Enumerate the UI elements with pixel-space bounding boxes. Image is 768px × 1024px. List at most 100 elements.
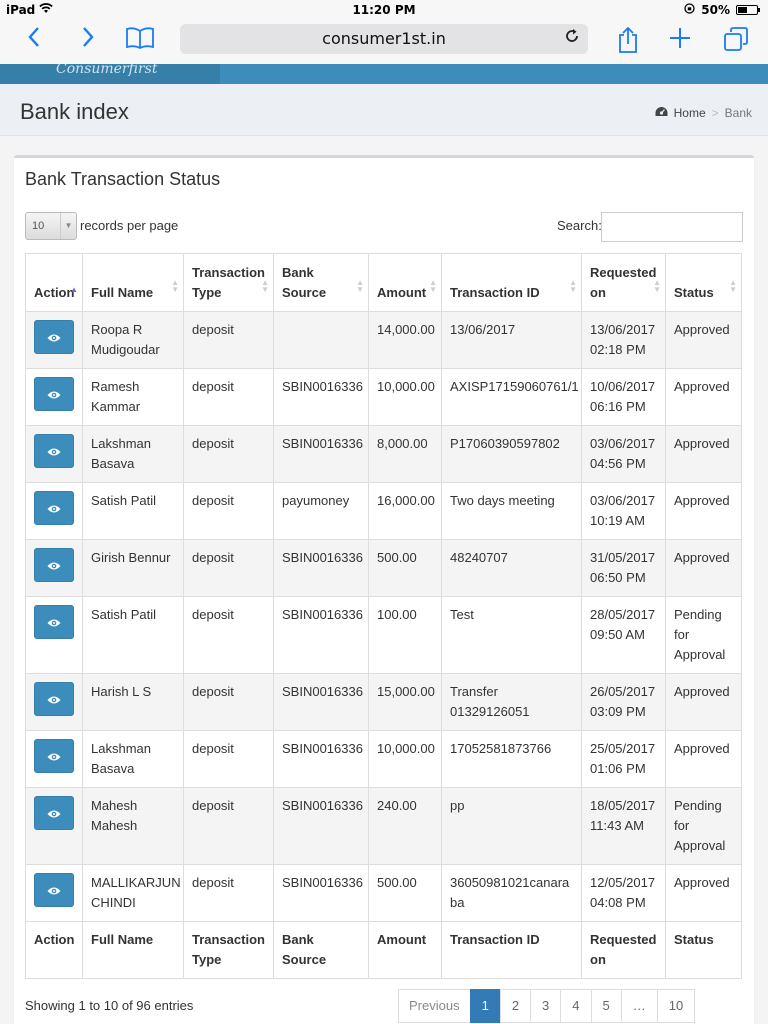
- transaction-id-cell: 48240707: [441, 539, 582, 597]
- action-cell: [25, 596, 83, 674]
- pagination-page[interactable]: 3: [530, 989, 562, 1023]
- new-tab-button[interactable]: [666, 26, 694, 54]
- column-footer: Requested on: [581, 921, 666, 979]
- action-cell: [25, 539, 83, 597]
- battery-percent: 50%: [701, 3, 730, 17]
- pagination-page[interactable]: 4: [560, 989, 592, 1023]
- table-header-row: Action ▲ Full Name ▲ ▼ Transaction Type ▲ ▼ Bank…: [25, 253, 742, 312]
- eye-icon: [47, 810, 61, 818]
- amount-cell: 10,000.00: [368, 368, 442, 426]
- eye-icon: [47, 887, 61, 895]
- pagination-page[interactable]: 5: [590, 989, 622, 1023]
- column-footer: Amount: [368, 921, 442, 979]
- pagination-previous[interactable]: Previous: [398, 989, 471, 1023]
- table-row: MALLIKARJUN CHINDI deposit SBIN0016336 500.…: [25, 864, 742, 922]
- share-button[interactable]: [614, 26, 642, 54]
- amount-cell: 14,000.00: [368, 311, 442, 369]
- sort-icon: ▲ ▼: [569, 278, 577, 294]
- column-header-label: Transaction ID: [450, 285, 540, 300]
- view-button[interactable]: [34, 491, 74, 525]
- requested-on-cell: 31/05/2017 06:50 PM: [581, 539, 666, 597]
- pagination-page[interactable]: 1: [469, 989, 501, 1023]
- view-button[interactable]: [34, 434, 74, 468]
- transaction-type-cell: deposit: [183, 864, 274, 922]
- column-footer: Action: [25, 921, 83, 979]
- bookmarks-button[interactable]: [124, 26, 156, 54]
- address-bar[interactable]: consumer1st.in: [180, 24, 588, 54]
- back-button[interactable]: [20, 26, 48, 54]
- view-button[interactable]: [34, 796, 74, 830]
- breadcrumb-home-link[interactable]: Home: [674, 106, 706, 120]
- box-title: Bank Transaction Status: [25, 169, 221, 189]
- battery-icon: [736, 5, 760, 15]
- records-per-page-select[interactable]: 10 ▼: [25, 212, 77, 240]
- requested-on-cell: 26/05/2017 03:09 PM: [581, 673, 666, 731]
- bank-source-cell: SBIN0016336: [273, 425, 369, 483]
- status-cell: Approved: [665, 425, 742, 483]
- reload-icon[interactable]: [564, 24, 580, 54]
- sort-icon: ▲: [70, 285, 78, 294]
- entries-info: Showing 1 to 10 of 96 entries: [25, 998, 194, 1013]
- full-name-cell: Roopa R Mudigoudar: [82, 311, 184, 369]
- share-icon: [619, 26, 637, 53]
- tabs-button[interactable]: [722, 26, 750, 54]
- column-header[interactable]: Transaction Type ▲ ▼: [183, 253, 274, 312]
- view-button[interactable]: [34, 377, 74, 411]
- eye-icon: [47, 505, 61, 513]
- column-header[interactable]: Bank Source ▲ ▼: [273, 253, 369, 312]
- requested-on-cell: 18/05/2017 11:43 AM: [581, 787, 666, 865]
- view-button[interactable]: [34, 873, 74, 907]
- eye-icon: [47, 753, 61, 761]
- view-button[interactable]: [34, 739, 74, 773]
- pagination-page[interactable]: …: [620, 989, 658, 1023]
- rotation-lock-icon: [684, 3, 695, 17]
- view-button[interactable]: [34, 605, 74, 639]
- search-input[interactable]: [601, 212, 743, 242]
- requested-on-cell: 10/06/2017 06:16 PM: [581, 368, 666, 426]
- full-name-cell: MALLIKARJUN CHINDI: [82, 864, 184, 922]
- column-header[interactable]: Requested on ▲ ▼: [581, 253, 666, 312]
- table-row: Roopa R Mudigoudar deposit 14,000.00 13/06/…: [25, 311, 742, 369]
- sort-icon: ▲ ▼: [261, 278, 269, 294]
- forward-button[interactable]: [74, 26, 102, 54]
- table-row: Harish L Sdeposit SBIN0016336 15,000.00 Tra…: [25, 673, 742, 731]
- column-header[interactable]: Amount ▲ ▼: [368, 253, 442, 312]
- column-header[interactable]: Full Name ▲ ▼: [82, 253, 184, 312]
- column-header[interactable]: Action ▲: [25, 253, 83, 312]
- view-button[interactable]: [34, 548, 74, 582]
- action-cell: [25, 673, 83, 731]
- table-row: Satish Patil deposit SBIN0016336 100.00 Test…: [25, 596, 742, 674]
- column-header[interactable]: Status ▲ ▼: [665, 253, 742, 312]
- requested-on-cell: 12/05/2017 04:08 PM: [581, 864, 666, 922]
- amount-cell: 100.00: [368, 596, 442, 674]
- column-footer: Transaction Type: [183, 921, 274, 979]
- breadcrumb-current: Bank: [724, 106, 752, 120]
- column-header-label: Full Name: [91, 285, 154, 300]
- column-footer: Bank Source: [273, 921, 369, 979]
- status-cell: Approved: [665, 311, 742, 369]
- site-logo[interactable]: Consumerfirst: [0, 64, 220, 84]
- column-footer: Full Name: [82, 921, 184, 979]
- column-header-label: Requested on: [590, 265, 657, 300]
- tabs-icon: [724, 27, 748, 51]
- view-button[interactable]: [34, 682, 74, 716]
- full-name-cell: Lakshman Basava: [82, 730, 184, 788]
- sort-icon: ▲ ▼: [429, 278, 437, 294]
- status-cell: Approved: [665, 539, 742, 597]
- pagination-page[interactable]: 2: [499, 989, 532, 1023]
- action-cell: [25, 425, 83, 483]
- table-row: Girish Bennur deposit SBIN0016336 500.00 482…: [25, 539, 742, 597]
- view-button[interactable]: [34, 320, 74, 354]
- action-cell: [25, 368, 83, 426]
- pagination-page[interactable]: 10: [656, 989, 696, 1023]
- column-header[interactable]: Transaction ID ▲ ▼: [441, 253, 582, 312]
- status-cell: Approved: [665, 730, 742, 788]
- transaction-id-cell: 17052581873766: [441, 730, 582, 788]
- action-cell: [25, 864, 83, 922]
- transaction-id-cell: AXISP17159060761/1: [441, 368, 582, 426]
- transaction-id-cell: 36050981021canara ba: [441, 864, 582, 922]
- content-header: Bank index Home > Bank: [0, 84, 768, 136]
- table-row: Mahesh Mahesh deposit SBIN0016336 240.00 pp 1…: [25, 787, 742, 865]
- transaction-id-cell: Test: [441, 596, 582, 674]
- table-row: Lakshman Basava deposit SBIN0016336 10,000.…: [25, 730, 742, 788]
